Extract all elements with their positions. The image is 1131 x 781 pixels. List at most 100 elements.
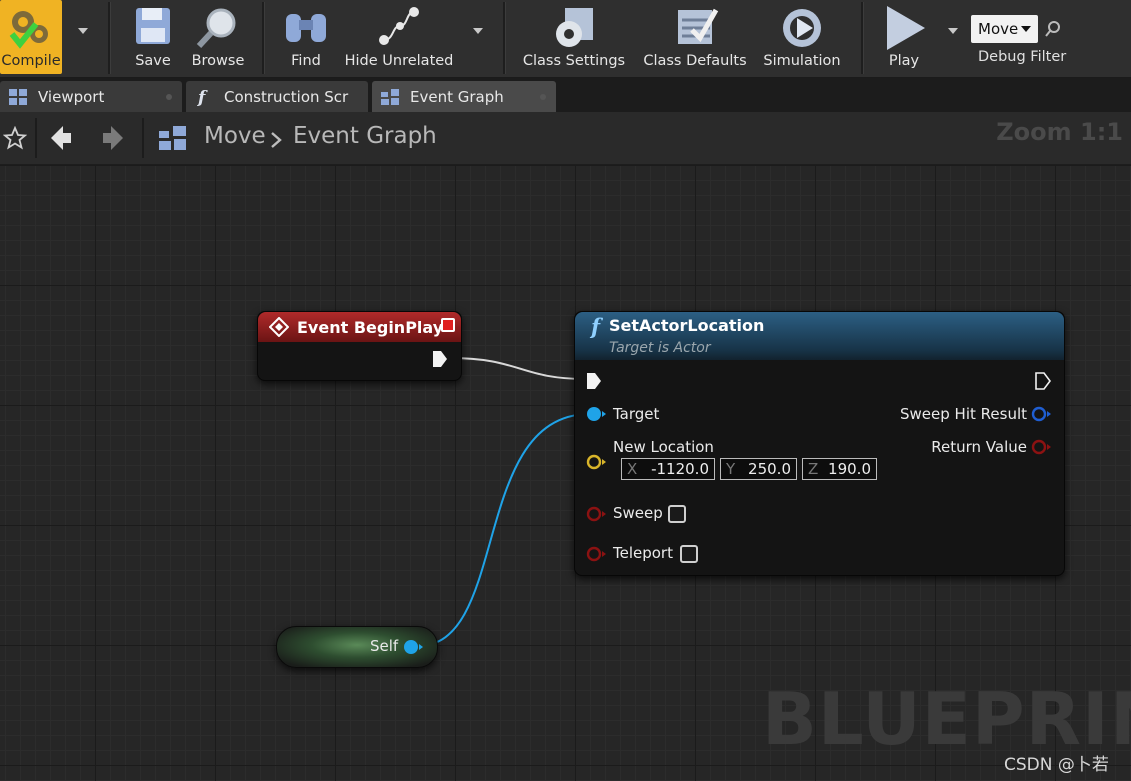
hide-unrelated-button[interactable]: Hide Unrelated bbox=[344, 0, 454, 74]
class-defaults-button[interactable]: Class Defaults bbox=[642, 0, 748, 74]
main-toolbar: Compile Save Browse Find Hide Unrelated bbox=[0, 0, 1131, 78]
nav-divider bbox=[35, 118, 37, 158]
location-y-field[interactable]: Y 250.0 bbox=[720, 458, 797, 480]
location-x-field[interactable]: X -1120.0 bbox=[621, 458, 715, 480]
function-node-header: f SetActorLocation Target is Actor bbox=[575, 312, 1064, 360]
target-pin-label: Target bbox=[613, 405, 660, 423]
self-node-label: Self bbox=[370, 637, 399, 655]
nav-divider bbox=[142, 118, 144, 158]
self-reference-node[interactable]: Self bbox=[276, 626, 438, 668]
event-node-title: Event BeginPlay bbox=[297, 317, 444, 337]
find-label: Find bbox=[291, 53, 321, 69]
tab-viewport[interactable]: Viewport bbox=[0, 81, 182, 112]
location-z-field[interactable]: Z 190.0 bbox=[802, 458, 877, 480]
simulation-button[interactable]: Simulation bbox=[762, 0, 842, 74]
sweep-checkbox[interactable] bbox=[668, 505, 686, 523]
z-value: 190.0 bbox=[828, 460, 871, 478]
compile-button[interactable]: Compile bbox=[0, 0, 62, 74]
play-button[interactable]: Play bbox=[876, 0, 932, 74]
z-axis-label: Z bbox=[808, 460, 819, 478]
new-location-vector-pin[interactable] bbox=[586, 454, 608, 470]
graph-navigation-bar: Move Event Graph Zoom 1:1 bbox=[0, 112, 1131, 165]
sweep-hit-result-struct-pin[interactable] bbox=[1031, 406, 1053, 422]
floppy-disk-icon bbox=[136, 8, 170, 44]
tab-event-graph-label: Event Graph bbox=[410, 87, 504, 106]
graph-icon bbox=[159, 126, 186, 150]
class-defaults-checklist-icon bbox=[678, 8, 719, 44]
return-value-pin-label: Return Value bbox=[931, 438, 1027, 456]
document-tab-bar: Viewport f Construction Scrip Event Grap… bbox=[0, 78, 1131, 112]
binoculars-icon bbox=[286, 14, 326, 42]
event-diamond-icon bbox=[269, 317, 289, 337]
tab-close-icon[interactable] bbox=[166, 94, 172, 100]
save-button[interactable]: Save bbox=[126, 0, 180, 74]
function-icon: f bbox=[589, 316, 604, 338]
back-arrow-icon[interactable] bbox=[49, 124, 73, 152]
event-node-header: Event BeginPlay bbox=[258, 312, 461, 342]
tab-close-icon[interactable] bbox=[540, 94, 546, 100]
sweep-hit-result-pin-label: Sweep Hit Result bbox=[900, 405, 1027, 423]
magnifier-icon bbox=[196, 8, 236, 49]
svg-text:f: f bbox=[589, 316, 604, 338]
exec-out-pin[interactable] bbox=[432, 350, 448, 368]
set-actor-location-node[interactable]: f SetActorLocation Target is Actor Targe… bbox=[574, 311, 1065, 576]
target-object-pin[interactable] bbox=[586, 406, 608, 422]
simulation-label: Simulation bbox=[763, 53, 841, 69]
tab-construction-script[interactable]: f Construction Scrip bbox=[186, 81, 368, 112]
event-graph-icon bbox=[381, 88, 399, 105]
function-icon: f bbox=[197, 88, 208, 106]
hide-unrelated-nodes-icon bbox=[379, 7, 419, 45]
zoom-level: Zoom 1:1 bbox=[996, 118, 1123, 146]
teleport-pin-label: Teleport bbox=[613, 544, 673, 562]
tab-event-graph[interactable]: Event Graph bbox=[372, 81, 556, 112]
source-credit: CSDN @卜若 bbox=[1004, 755, 1109, 775]
exec-wire bbox=[449, 357, 587, 380]
class-defaults-label: Class Defaults bbox=[643, 53, 747, 69]
breadcrumb-chevron-icon bbox=[271, 132, 282, 148]
toolbar-divider bbox=[262, 2, 265, 74]
hide-unrelated-label: Hide Unrelated bbox=[344, 53, 454, 69]
y-value: 250.0 bbox=[748, 460, 791, 478]
find-button[interactable]: Find bbox=[280, 0, 332, 74]
viewport-icon bbox=[9, 88, 27, 105]
breadcrumb-graph: Event Graph bbox=[293, 123, 437, 149]
play-label: Play bbox=[888, 53, 920, 69]
compile-label: Compile bbox=[1, 53, 61, 69]
self-target-wire bbox=[417, 413, 591, 647]
class-settings-button[interactable]: Class Settings bbox=[522, 0, 626, 74]
self-object-pin[interactable] bbox=[403, 639, 425, 655]
breadcrumb-blueprint[interactable]: Move bbox=[204, 123, 266, 149]
svg-text:f: f bbox=[197, 88, 208, 106]
forward-arrow-icon[interactable] bbox=[101, 124, 125, 152]
sweep-bool-pin[interactable] bbox=[586, 506, 608, 522]
teleport-bool-pin[interactable] bbox=[586, 546, 608, 562]
simulation-gear-play-icon bbox=[783, 9, 821, 47]
event-begin-play-node[interactable]: Event BeginPlay bbox=[257, 311, 462, 381]
y-axis-label: Y bbox=[726, 460, 736, 478]
browse-label: Browse bbox=[191, 53, 245, 69]
teleport-checkbox[interactable] bbox=[680, 545, 698, 563]
compile-options-chevron-icon[interactable] bbox=[78, 28, 88, 34]
dropdown-arrow-icon bbox=[1021, 26, 1032, 32]
exec-then-pin[interactable] bbox=[1035, 372, 1051, 390]
return-value-bool-pin[interactable] bbox=[1031, 439, 1053, 455]
exec-in-pin[interactable] bbox=[586, 372, 602, 390]
tab-viewport-label: Viewport bbox=[38, 87, 105, 106]
blueprint-watermark: BLUEPRINT bbox=[762, 677, 1131, 761]
hide-unrelated-chevron-icon[interactable] bbox=[473, 28, 483, 34]
class-settings-label: Class Settings bbox=[522, 53, 626, 69]
compile-gears-icon bbox=[9, 11, 48, 49]
toolbar-divider bbox=[108, 2, 111, 74]
debug-object-dropdown[interactable]: Move bbox=[971, 15, 1038, 43]
tab-construction-script-label: Construction Scrip bbox=[224, 87, 349, 106]
x-value: -1120.0 bbox=[651, 460, 709, 478]
debug-search-icon[interactable] bbox=[1044, 20, 1062, 38]
browse-button[interactable]: Browse bbox=[190, 0, 246, 74]
graph-canvas[interactable]: Event BeginPlay f SetActorLocation Targe… bbox=[0, 165, 1131, 781]
favorite-star-icon[interactable] bbox=[3, 126, 27, 150]
toolbar-divider bbox=[503, 2, 506, 74]
toolbar-divider bbox=[861, 2, 864, 74]
save-label: Save bbox=[135, 53, 171, 69]
event-delegate-pin[interactable] bbox=[441, 318, 455, 332]
play-options-chevron-icon[interactable] bbox=[948, 28, 958, 34]
